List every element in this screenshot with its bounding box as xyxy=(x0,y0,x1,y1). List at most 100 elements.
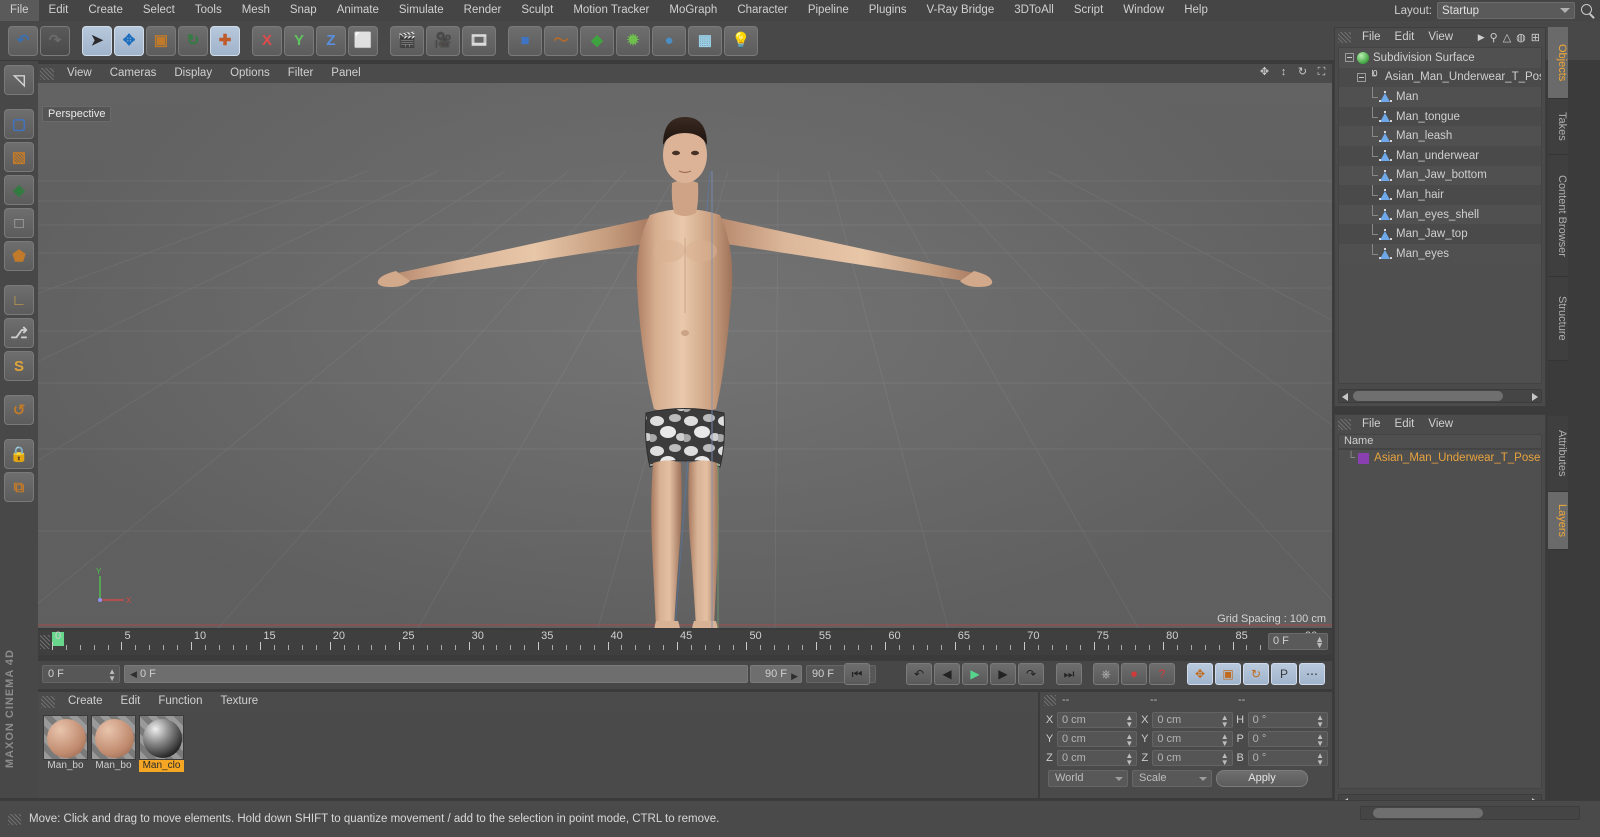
object-menu-edit[interactable]: Edit xyxy=(1388,28,1422,46)
preview-end-field[interactable]: 90 F ▶ xyxy=(750,665,802,683)
tab-objects[interactable]: Objects xyxy=(1548,27,1568,99)
object-menu-view[interactable]: View xyxy=(1421,28,1460,46)
menu-item-simulate[interactable]: Simulate xyxy=(389,0,454,21)
position-x-field[interactable]: 0 cm ▲ ▼ xyxy=(1057,711,1138,728)
spinner-icon[interactable]: ▲▼ xyxy=(1221,713,1229,728)
current-frame-field[interactable]: 0 F ▲ ▼ xyxy=(42,665,120,683)
scroll-left-arrow-icon[interactable] xyxy=(1342,393,1348,401)
object-tree-row[interactable]: Man_hair xyxy=(1339,185,1541,205)
tab-attributes[interactable]: Attributes xyxy=(1548,416,1568,492)
material-preview[interactable] xyxy=(43,715,88,760)
scroll-right-arrow-icon[interactable] xyxy=(1532,393,1538,401)
material-menu-edit[interactable]: Edit xyxy=(112,692,150,711)
move-button[interactable]: ✥ xyxy=(114,25,144,56)
menu-item-edit[interactable]: Edit xyxy=(39,0,79,21)
undo-button[interactable]: ↶ xyxy=(8,25,38,56)
material-menu-texture[interactable]: Texture xyxy=(211,692,267,711)
spinner-icon[interactable]: ▲▼ xyxy=(1316,751,1324,766)
panel-grip-icon[interactable] xyxy=(40,67,54,80)
left-arrow-icon[interactable]: ◀ xyxy=(130,669,137,679)
spinner-icon[interactable]: ▲▼ xyxy=(1315,635,1324,650)
coordinate-mode-dropdown[interactable]: Scale xyxy=(1132,770,1212,787)
axis-x-button[interactable]: X xyxy=(252,25,282,56)
expand-collapse-icon[interactable] xyxy=(1357,72,1366,82)
panel-grip-icon[interactable] xyxy=(1338,31,1351,43)
parameter-key-button[interactable]: P xyxy=(1271,663,1297,685)
scale-key-button[interactable]: ▣ xyxy=(1215,663,1241,685)
menu-item-animate[interactable]: Animate xyxy=(327,0,389,21)
menu-item-plugins[interactable]: Plugins xyxy=(859,0,917,21)
size-z-field[interactable]: 0 cm ▲ ▼ xyxy=(1152,749,1233,766)
scrollbar-thumb[interactable] xyxy=(1353,391,1503,401)
render-view-button[interactable]: 🎬 xyxy=(390,25,424,56)
record-active-objects-button[interactable]: ⏺ xyxy=(1121,663,1147,685)
menu-item-motion-tracker[interactable]: Motion Tracker xyxy=(563,0,659,21)
menu-item-tools[interactable]: Tools xyxy=(185,0,232,21)
menu-item-window[interactable]: Window xyxy=(1113,0,1174,21)
edges-mode-button[interactable]: □ xyxy=(4,208,34,238)
keyframe-help-button[interactable]: ? xyxy=(1149,663,1175,685)
axis-z-button[interactable]: Z xyxy=(316,25,346,56)
expand-collapse-icon[interactable] xyxy=(1345,53,1354,63)
viewport-menu-filter[interactable]: Filter xyxy=(279,64,323,83)
layer-list[interactable]: └ Asian_Man_Underwear_T_Pose xyxy=(1338,449,1542,789)
scale-button[interactable]: ▣ xyxy=(146,25,176,56)
object-tree-row[interactable]: Man xyxy=(1339,87,1541,107)
viewport-menu-cameras[interactable]: Cameras xyxy=(101,64,166,83)
position-y-field[interactable]: 0 cm ▲ ▼ xyxy=(1057,730,1138,747)
next-key-button[interactable]: ↷ xyxy=(1018,663,1044,685)
menu-item-render[interactable]: Render xyxy=(454,0,512,21)
layer-row[interactable]: └ Asian_Man_Underwear_T_Pose xyxy=(1339,450,1541,466)
panel-grip-icon[interactable] xyxy=(8,813,21,825)
timeline-ruler[interactable]: 051015202530354045505560657075808590 0 F… xyxy=(38,630,1332,655)
menu-item-sculpt[interactable]: Sculpt xyxy=(511,0,563,21)
expand-icon[interactable]: ⊞ xyxy=(1531,31,1540,44)
menu-item-mograph[interactable]: MoGraph xyxy=(659,0,727,21)
layout-dropdown[interactable]: Startup xyxy=(1437,2,1575,19)
panel-grip-icon[interactable] xyxy=(1044,694,1056,706)
object-tree-row[interactable]: Man_leash xyxy=(1339,126,1541,146)
rotation-h-field[interactable]: 0 ° ▲ ▼ xyxy=(1247,711,1328,728)
spinner-icon[interactable]: ▲▼ xyxy=(1221,751,1229,766)
home-icon[interactable]: △ xyxy=(1503,31,1511,44)
points-mode-button[interactable]: ◈ xyxy=(4,175,34,205)
scrollbar-thumb[interactable] xyxy=(1373,808,1483,818)
step-forward-button[interactable]: ▶ xyxy=(990,663,1016,685)
object-tree-hscrollbar[interactable] xyxy=(1338,389,1542,403)
render-settings-button[interactable]: 🎞 xyxy=(462,25,496,56)
soft-selection-button[interactable]: S xyxy=(4,351,34,381)
material-preview[interactable] xyxy=(91,715,136,760)
object-tree-row[interactable]: Subdivision Surface xyxy=(1339,48,1541,68)
enable-axis-button[interactable]: ⎇ xyxy=(4,318,34,348)
viewport-menu-panel[interactable]: Panel xyxy=(322,64,369,83)
spinner-icon[interactable]: ▲▼ xyxy=(1125,751,1133,766)
model-mode-button[interactable]: ▢ xyxy=(4,109,34,139)
object-tree-row[interactable]: Man_underwear xyxy=(1339,145,1541,166)
panel-grip-icon[interactable] xyxy=(41,695,55,708)
add-spline-button[interactable]: 〜 xyxy=(544,25,578,56)
character-model[interactable] xyxy=(38,83,1332,628)
axis-modify-mode-button[interactable]: ∟ xyxy=(4,285,34,315)
add-environment-button[interactable]: ● xyxy=(652,25,686,56)
rotate-button[interactable]: ↻ xyxy=(178,25,208,56)
object-tree-row[interactable]: └ 0 Asian_Man_Underwear_T_Pose xyxy=(1339,67,1541,88)
menu-item-character[interactable]: Character xyxy=(727,0,798,21)
menu-item-pipeline[interactable]: Pipeline xyxy=(798,0,859,21)
material-preview[interactable] xyxy=(139,715,184,760)
object-tree-row[interactable]: Man_Jaw_top xyxy=(1339,224,1541,244)
viewport-menu-display[interactable]: Display xyxy=(165,64,221,83)
rotate-icon[interactable]: ↻ xyxy=(1296,66,1309,79)
tab-layers[interactable]: Layers xyxy=(1548,492,1568,550)
apply-button[interactable]: Apply xyxy=(1216,770,1308,787)
search-icon[interactable] xyxy=(1580,3,1596,19)
status-hscrollbar[interactable] xyxy=(1360,806,1580,820)
tab-takes[interactable]: Takes xyxy=(1548,99,1568,155)
axis-y-button[interactable]: Y xyxy=(284,25,314,56)
viewport-menu-view[interactable]: View xyxy=(58,64,101,83)
point-level-animation-button[interactable]: ⋯ xyxy=(1299,663,1325,685)
panel-grip-icon[interactable] xyxy=(40,635,50,649)
menu-item-mesh[interactable]: Mesh xyxy=(232,0,280,21)
menu-item-select[interactable]: Select xyxy=(133,0,185,21)
spinner-icon[interactable]: ▲▼ xyxy=(1221,732,1229,747)
zoom-icon[interactable]: ↕ xyxy=(1277,66,1290,79)
